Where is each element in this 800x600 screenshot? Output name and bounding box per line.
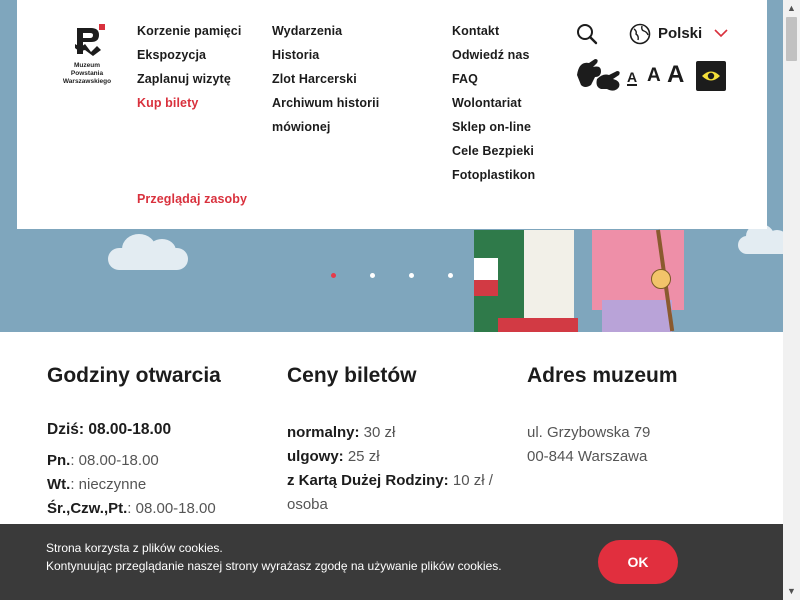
illustration-figure bbox=[474, 258, 498, 280]
high-contrast-button[interactable] bbox=[696, 61, 726, 91]
address-line: ul. Grzybowska 79 bbox=[527, 424, 651, 441]
language-button[interactable] bbox=[628, 22, 652, 46]
menu-link-sklep[interactable]: Sklep on-line bbox=[452, 120, 531, 134]
menu-link-zlot[interactable]: Zlot Harcerski bbox=[272, 72, 357, 86]
menu-link-korzenie[interactable]: Korzenie pamięci bbox=[137, 24, 241, 38]
chevron-down-icon[interactable] bbox=[714, 28, 728, 38]
scrollbar[interactable]: ▲ ▼ bbox=[783, 0, 800, 600]
menu-link-archiwum[interactable]: Archiwum historii bbox=[272, 96, 379, 110]
illustration-figure bbox=[474, 280, 498, 296]
menu-link-kup-bilety[interactable]: Kup bilety bbox=[137, 96, 198, 110]
sign-language-icon[interactable] bbox=[575, 55, 623, 93]
cloud-illustration bbox=[738, 224, 783, 254]
menu-link-kontakt[interactable]: Kontakt bbox=[452, 24, 499, 38]
hours-title: Godziny otwarcia bbox=[47, 364, 221, 387]
menu-link-fotoplastikon[interactable]: Fotoplastikon bbox=[452, 168, 535, 182]
illustration-figure bbox=[524, 230, 574, 332]
menu-link-historia[interactable]: Historia bbox=[272, 48, 319, 62]
logo-text: Powstania bbox=[70, 70, 104, 77]
menu-link-przegladaj[interactable]: Przeglądaj zasoby bbox=[137, 192, 247, 206]
menu-link-cele[interactable]: Cele Bezpieki bbox=[452, 144, 534, 158]
slider-dot[interactable] bbox=[370, 273, 375, 278]
price-row: ulgowy: 25 zł bbox=[287, 448, 380, 465]
hours-row: Śr.,Czw.,Pt.: 08.00-18.00 bbox=[47, 500, 216, 517]
menu-link-zaplanuj[interactable]: Zaplanuj wizytę bbox=[137, 72, 231, 86]
museum-logo[interactable]: Muzeum Powstania Warszawskiego bbox=[47, 22, 127, 94]
illustration-badge bbox=[651, 269, 671, 289]
logo-text: Warszawskiego bbox=[62, 78, 112, 85]
cloud-illustration bbox=[108, 234, 188, 270]
illustration-figure bbox=[498, 318, 578, 332]
menu-link-wolontariat[interactable]: Wolontariat bbox=[452, 96, 522, 110]
slider-dot[interactable] bbox=[409, 273, 414, 278]
hours-today: Dziś: 08.00-18.00 bbox=[47, 421, 172, 438]
mega-menu: Muzeum Powstania Warszawskiego Korzenie … bbox=[17, 0, 767, 229]
address-title: Adres muzeum bbox=[527, 364, 678, 387]
address-line: 00-844 Warszawa bbox=[527, 448, 648, 465]
language-label[interactable]: Polski bbox=[658, 25, 702, 42]
menu-link-odwiedz[interactable]: Odwiedź nas bbox=[452, 48, 530, 62]
illustration-figure bbox=[602, 300, 672, 332]
cookie-ok-button[interactable]: OK bbox=[598, 540, 678, 584]
scroll-thumb[interactable] bbox=[786, 17, 797, 61]
menu-link-archiwum-cont[interactable]: mówionej bbox=[272, 120, 330, 134]
font-size-small-button[interactable]: A bbox=[627, 70, 638, 86]
scroll-up-arrow-icon[interactable]: ▲ bbox=[783, 0, 800, 17]
slider-dot[interactable] bbox=[331, 273, 336, 278]
font-size-medium-button[interactable]: A bbox=[647, 66, 661, 86]
menu-link-ekspozycja[interactable]: Ekspozycja bbox=[137, 48, 206, 62]
scroll-down-arrow-icon[interactable]: ▼ bbox=[783, 583, 800, 600]
price-row-continuation: osoba bbox=[287, 496, 328, 513]
price-row: z Kartą Dużej Rodziny: 10 zł / bbox=[287, 472, 493, 489]
globe-icon bbox=[629, 23, 651, 45]
cookie-banner: Strona korzysta z plików cookies. Kontyn… bbox=[0, 524, 783, 600]
logo-mark-icon bbox=[75, 24, 105, 56]
font-size-large-button[interactable]: A bbox=[667, 62, 684, 88]
eye-icon bbox=[702, 71, 720, 81]
price-row: normalny: 30 zł bbox=[287, 424, 396, 441]
slider-dot[interactable] bbox=[448, 273, 453, 278]
illustration-figure bbox=[592, 230, 684, 310]
menu-link-wydarzenia[interactable]: Wydarzenia bbox=[272, 24, 342, 38]
hours-row: Wt.: nieczynne bbox=[47, 476, 147, 493]
search-icon bbox=[577, 24, 598, 45]
search-button[interactable] bbox=[575, 22, 599, 46]
hours-row: Pn.: 08.00-18.00 bbox=[47, 452, 159, 469]
cookie-text: Kontynuując przeglądanie naszej strony w… bbox=[46, 559, 502, 573]
prices-title: Ceny biletów bbox=[287, 364, 417, 387]
menu-link-faq[interactable]: FAQ bbox=[452, 72, 478, 86]
cookie-text: Strona korzysta z plików cookies. bbox=[46, 541, 223, 555]
logo-text: Muzeum bbox=[74, 62, 100, 69]
